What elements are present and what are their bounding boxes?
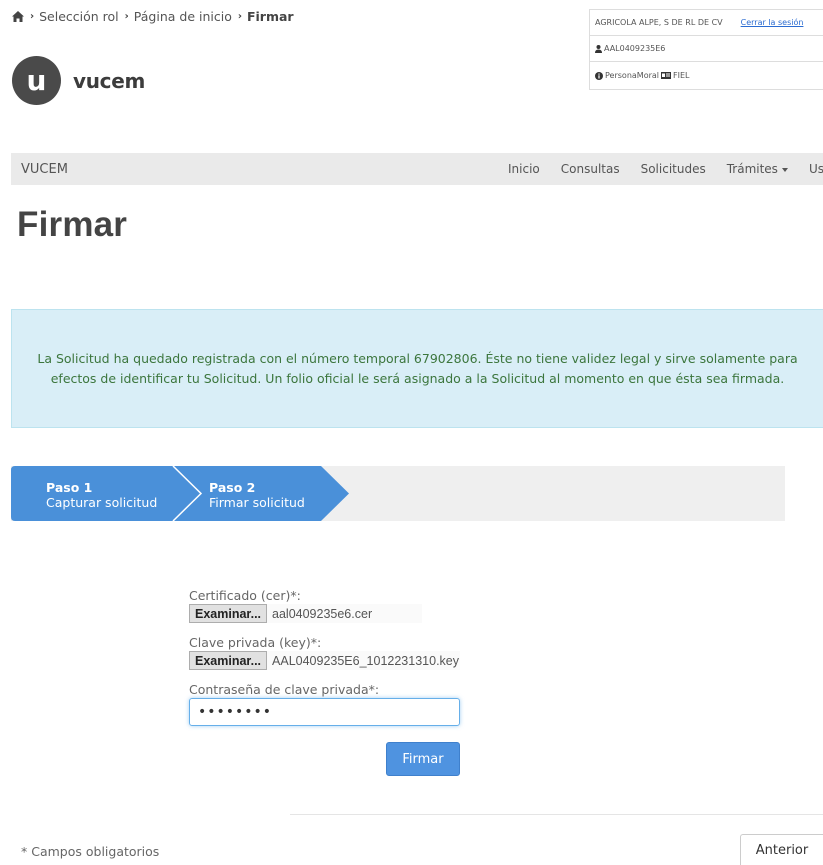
sign-form: Certificado (cer)*: Examinar... aal04092… [189, 588, 461, 726]
user-info-box: AGRICOLA ALPE, S DE RL DE CV Cerrar la s… [589, 9, 823, 90]
logout-link[interactable]: Cerrar la sesión [741, 18, 804, 27]
breadcrumb-current: Firmar [246, 9, 294, 24]
step-2-title: Paso 2 [209, 480, 256, 495]
wizard-steps: Paso 1 Capturar solicitud Paso 2 Firmar … [11, 466, 785, 521]
cert-file-input[interactable]: Examinar... aal0409235e6.cer [189, 604, 460, 623]
main-navbar: VUCEM Inicio Consultas Solicitudes Trámi… [11, 153, 823, 185]
anterior-button[interactable]: Anterior [740, 834, 823, 865]
wizard-step-2: Paso 2 Firmar solicitud [209, 480, 305, 510]
nav-item-tramites-label: Trámites [726, 162, 778, 176]
user-icon [595, 44, 602, 53]
key-browse-button[interactable]: Examinar... [189, 651, 268, 670]
key-file-input[interactable]: Examinar... AAL0409235E6_1012231310.key [189, 651, 461, 670]
company-name: AGRICOLA ALPE, S DE RL DE CV [595, 18, 723, 27]
navbar-brand[interactable]: VUCEM [21, 162, 68, 177]
nav-item-inicio[interactable]: Inicio [508, 162, 540, 176]
id-card-icon [661, 72, 671, 79]
key-label: Clave privada (key)*: [189, 635, 322, 650]
user-auth: FIEL [673, 71, 690, 80]
required-fields-note: * Campos obligatorios [21, 844, 160, 859]
nav-item-solicitudes[interactable]: Solicitudes [641, 162, 706, 176]
home-icon[interactable] [12, 11, 24, 22]
step-2-subtitle: Firmar solicitud [209, 495, 305, 510]
info-icon [595, 71, 603, 80]
user-company-row: AGRICOLA ALPE, S DE RL DE CV Cerrar la s… [590, 10, 823, 36]
alert-line-2: efectos de identificar tu Solicitud. Un … [50, 370, 785, 386]
breadcrumb-item-seleccion-rol[interactable]: Selección rol [39, 9, 119, 24]
nav-item-consultas[interactable]: Consultas [561, 162, 620, 176]
logo-text: vucem [73, 68, 146, 93]
password-input[interactable]: •••••••• [189, 698, 460, 726]
step-1-subtitle: Capturar solicitud [46, 495, 158, 510]
chevron-right-icon: › [124, 11, 129, 22]
cert-label: Certificado (cer)*: [189, 588, 301, 603]
chevron-right-icon: › [237, 11, 242, 22]
breadcrumb-item-pagina-inicio[interactable]: Página de inicio [134, 9, 232, 24]
info-alert: La Solicitud ha quedado registrada con e… [11, 309, 823, 428]
step-1-title: Paso 1 [46, 480, 93, 495]
key-file-name: AAL0409235E6_1012231310.key [267, 651, 461, 670]
nav-item-usuarios[interactable]: Usuarios [809, 162, 823, 176]
caret-down-icon [781, 167, 788, 172]
cert-file-name: aal0409235e6.cer [267, 604, 423, 623]
user-rfc-row: AAL0409235E6 [590, 36, 823, 62]
password-label: Contraseña de clave privada*: [189, 682, 380, 697]
alert-line-1: La Solicitud ha quedado registrada con e… [37, 350, 798, 366]
footer-divider [290, 814, 823, 815]
nav-item-tramites[interactable]: Trámites [727, 162, 788, 176]
chevron-right-icon: › [30, 11, 35, 22]
firmar-button[interactable]: Firmar [386, 742, 460, 776]
wizard-step-1: Paso 1 Capturar solicitud [46, 480, 157, 510]
breadcrumb: › Selección rol › Página de inicio › Fir… [12, 9, 294, 24]
logo-mark: u [12, 56, 61, 105]
user-role: PersonaMoral [605, 71, 659, 80]
navbar-menu: Inicio Consultas Solicitudes Trámites Us… [508, 153, 823, 185]
vucem-logo[interactable]: u vucem [12, 56, 145, 105]
user-rfc: AAL0409235E6 [604, 44, 666, 53]
user-role-row: PersonaMoral FIEL [590, 62, 823, 89]
cert-browse-button[interactable]: Examinar... [189, 604, 268, 623]
page-title: Firmar [17, 205, 128, 244]
